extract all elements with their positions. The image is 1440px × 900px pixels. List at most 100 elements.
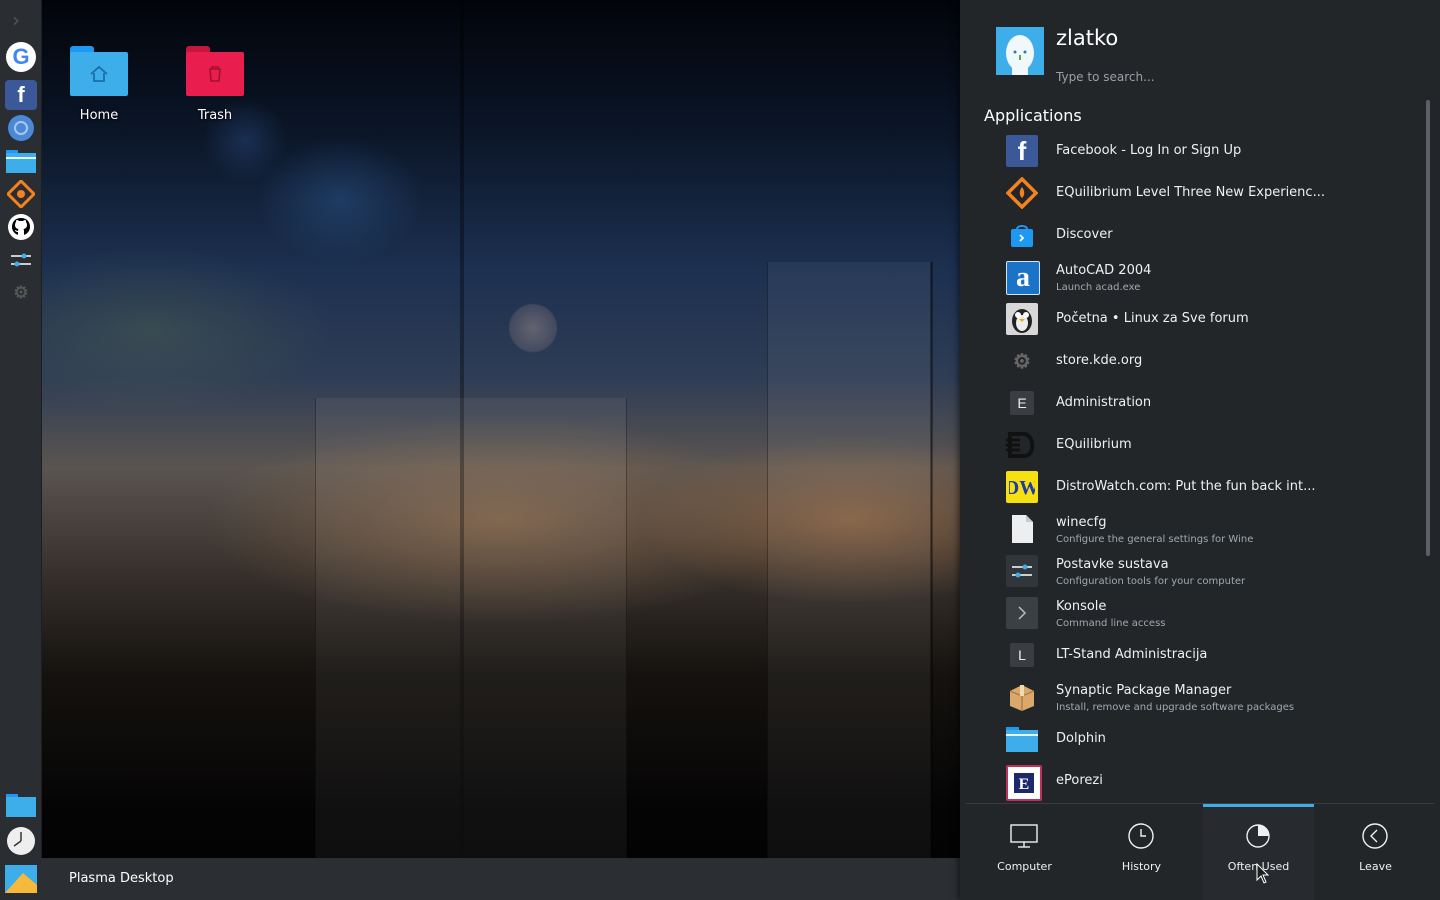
mouse-cursor-icon (1256, 863, 1270, 884)
desktop-icon[interactable] (5, 864, 37, 894)
app-name: Početna • Linux za Sve forum (1056, 311, 1249, 326)
taskbar-window-title[interactable]: Plasma Desktop (69, 871, 174, 886)
app-name: Facebook - Log In or Sign Up (1056, 143, 1242, 158)
list-item[interactable]: Početna • Linux za Sve forum (960, 298, 1420, 340)
list-item[interactable]: DW DistroWatch.com: Put the fun back int… (960, 466, 1420, 508)
file-icon (1006, 513, 1038, 545)
equilibrium-icon (1006, 177, 1038, 209)
facebook-icon[interactable]: f (5, 80, 37, 110)
svg-text:DW: DW (1009, 477, 1035, 499)
lt-stand-icon: L (1010, 643, 1034, 667)
username: zlatko (1056, 26, 1119, 50)
app-description: Launch acad.exe (1056, 282, 1141, 293)
app-description: Configuration tools for your computer (1056, 576, 1246, 587)
app-description: Install, remove and upgrade software pac… (1056, 702, 1295, 713)
app-name: Administration (1056, 395, 1152, 410)
desktop-icon-label: Trash (197, 108, 233, 123)
list-item[interactable]: Dolphin (960, 718, 1420, 760)
list-item[interactable]: E ePorezi (960, 760, 1420, 802)
equilibrium-logo-icon (1006, 429, 1038, 461)
app-name: Konsole (1056, 599, 1107, 614)
settings-icon[interactable] (5, 245, 37, 275)
linux-forum-icon (1006, 303, 1038, 335)
list-item[interactable]: L LT-Stand Administracija (960, 634, 1420, 676)
app-name: Synaptic Package Manager (1056, 683, 1232, 698)
folder-icon[interactable] (5, 146, 37, 176)
app-name: Discover (1056, 227, 1113, 242)
wallpaper-pane (315, 398, 627, 858)
wallpaper-pane (767, 262, 932, 858)
app-name: winecfg (1056, 515, 1107, 530)
app-name: store.kde.org (1056, 353, 1143, 368)
eporezi-icon: E (1006, 765, 1042, 801)
kde-store-icon: ⚙ (1013, 350, 1031, 373)
scrollbar[interactable] (1426, 100, 1430, 556)
autocad-icon: a (1006, 261, 1040, 295)
list-item[interactable]: a AutoCAD 2004 Launch acad.exe (960, 256, 1420, 298)
wallpaper-shadow-line (930, 262, 933, 858)
list-item[interactable]: Konsole Command line access (960, 592, 1420, 634)
app-name: LT-Stand Administracija (1056, 647, 1208, 662)
terminal-icon (1006, 597, 1038, 629)
list-item[interactable]: EQuilibrium (960, 424, 1420, 466)
tab-history[interactable]: History (1086, 805, 1197, 900)
facebook-icon: f (1006, 135, 1038, 167)
dolphin-icon[interactable] (5, 790, 37, 820)
app-name: EQuilibrium (1056, 437, 1132, 452)
list-item[interactable]: EQuilibrium Level Three New Experienc... (960, 172, 1420, 214)
google-icon[interactable]: G (6, 42, 36, 72)
divider (966, 803, 1434, 804)
clock-icon[interactable] (5, 826, 37, 856)
app-name: Dolphin (1056, 731, 1106, 746)
tab-label: History (1121, 860, 1162, 873)
pie-chart-icon (1246, 824, 1270, 848)
app-description: Configure the general settings for Wine (1056, 534, 1254, 545)
list-item[interactable]: E Administration (960, 382, 1420, 424)
app-description: Command line access (1056, 618, 1166, 629)
desktop-icon-trash[interactable]: Trash (165, 46, 265, 123)
app-name: Postavke sustava (1056, 557, 1169, 572)
user-avatar[interactable] (996, 27, 1044, 75)
desktop-wallpaper (0, 0, 960, 900)
chromium-icon[interactable] (5, 113, 37, 143)
desktop-icon-home[interactable]: Home (49, 46, 149, 123)
taskbar: Plasma Desktop (41, 858, 960, 900)
history-icon (1128, 823, 1154, 849)
tab-label: Leave (1359, 860, 1392, 873)
discover-icon (1006, 219, 1038, 251)
home-folder-icon (70, 46, 128, 96)
tab-label: Computer (997, 860, 1052, 873)
list-item[interactable]: Synaptic Package Manager Install, remove… (960, 676, 1420, 718)
list-item[interactable]: ⚙ store.kde.org (960, 340, 1420, 382)
equilibrium-icon[interactable] (5, 179, 37, 209)
distrowatch-icon: DW (1006, 471, 1038, 503)
search-input[interactable] (1056, 70, 1356, 84)
leave-icon (1362, 823, 1388, 849)
kde-store-icon[interactable]: ⚙ (5, 278, 37, 308)
desktop-icon-label: Home (79, 108, 119, 123)
trash-folder-icon (186, 46, 244, 96)
section-title: Applications (984, 106, 1082, 125)
tab-often-used[interactable]: Often Used (1203, 804, 1314, 900)
dolphin-icon (1006, 723, 1038, 755)
app-list: f Facebook - Log In or Sign Up EQuilibri… (960, 130, 1420, 802)
package-icon (1006, 681, 1038, 713)
app-name: AutoCAD 2004 (1056, 263, 1152, 278)
list-item[interactable]: Postavke sustava Configuration tools for… (960, 550, 1420, 592)
github-icon[interactable] (5, 212, 37, 242)
list-item[interactable]: winecfg Configure the general settings f… (960, 508, 1420, 550)
left-dock-panel: › G f ⚙ (0, 0, 42, 900)
list-item[interactable]: f Facebook - Log In or Sign Up (960, 130, 1420, 172)
app-name: DistroWatch.com: Put the fun back int... (1056, 479, 1316, 494)
chevron-right-icon: › (12, 8, 20, 32)
computer-icon (1010, 824, 1038, 848)
svg-text:E: E (1019, 776, 1030, 793)
tab-leave[interactable]: Leave (1320, 805, 1431, 900)
settings-icon (1006, 555, 1038, 587)
administration-icon: E (1010, 391, 1034, 415)
list-item[interactable]: Discover (960, 214, 1420, 256)
application-launcher: zlatko Applications f Facebook - Log In … (960, 0, 1440, 900)
tab-computer[interactable]: Computer (969, 805, 1080, 900)
app-name: EQuilibrium Level Three New Experienc... (1056, 185, 1325, 200)
app-name: ePorezi (1056, 773, 1103, 788)
